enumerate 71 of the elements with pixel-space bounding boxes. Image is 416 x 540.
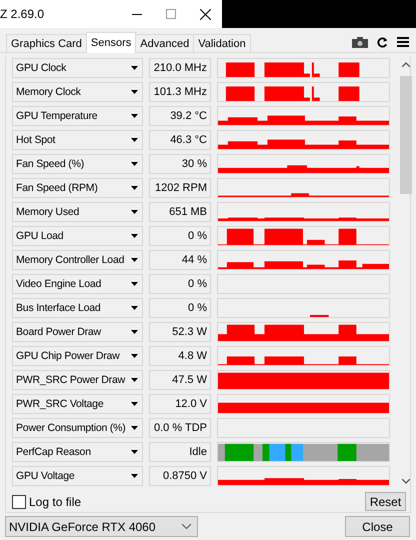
sensor-value: 0 %	[149, 226, 211, 246]
sensor-value: 47.5 W	[149, 370, 211, 390]
scroll-up-icon[interactable]	[402, 62, 410, 67]
sensor-value: Idle	[149, 442, 211, 462]
menu-icon[interactable]	[397, 37, 409, 47]
caret-icon	[131, 474, 138, 478]
sensor-value: 210.0 MHz	[149, 58, 211, 78]
sensor-dropdown[interactable]: PWR_SRC Power Draw	[12, 370, 143, 390]
caret-icon	[131, 186, 138, 190]
sensor-value: 1202 RPM	[149, 178, 211, 198]
maximize-icon	[166, 9, 176, 19]
tab[interactable]: Graphics Card	[6, 34, 87, 52]
caret-icon	[131, 114, 138, 118]
sensor-value: 46.3 °C	[149, 130, 211, 150]
caret-icon	[131, 258, 138, 262]
caret-icon	[131, 306, 138, 310]
sensor-dropdown[interactable]: GPU Voltage	[12, 466, 143, 486]
window-title: Z 2.69.0	[0, 7, 46, 21]
sensor-value: 44 %	[149, 250, 211, 270]
sensor-value: 0 %	[149, 274, 211, 294]
checkbox-label: Log to file	[29, 494, 82, 508]
camera-icon[interactable]	[352, 36, 368, 48]
scroll-down-icon[interactable]	[402, 479, 410, 484]
sensor-value: 0.0 % TDP	[149, 418, 211, 438]
sensor-dropdown[interactable]: GPU Clock	[12, 58, 143, 78]
sensor-value: 0.8750 V	[149, 466, 211, 486]
caret-icon	[131, 378, 138, 382]
gpu-dropdown[interactable]: NVIDIA GeForce RTX 4060	[5, 516, 198, 537]
caret-icon	[131, 90, 138, 94]
caret-icon	[131, 210, 138, 214]
caret-icon	[131, 282, 138, 286]
sensor-value: 0 %	[149, 298, 211, 318]
sensor-dropdown[interactable]: Board Power Draw	[12, 322, 143, 342]
sensor-dropdown[interactable]: GPU Chip Power Draw	[12, 346, 143, 366]
caret-icon	[131, 66, 138, 70]
sensor-dropdown[interactable]: Hot Spot	[12, 130, 143, 150]
caret-icon	[131, 234, 138, 238]
tab[interactable]: Validation	[193, 34, 251, 52]
sensor-dropdown[interactable]: Video Engine Load	[12, 274, 143, 294]
caret-icon	[131, 450, 138, 454]
caret-icon	[131, 138, 138, 142]
sensor-dropdown[interactable]: PWR_SRC Voltage	[12, 394, 143, 414]
chevron-icon	[182, 524, 191, 529]
sensor-dropdown[interactable]: GPU Temperature	[12, 106, 143, 126]
caret-icon	[131, 402, 138, 406]
caret-icon	[131, 330, 138, 334]
sensor-dropdown[interactable]: Memory Used	[12, 202, 143, 222]
checkbox[interactable]	[12, 494, 26, 508]
sensor-dropdown[interactable]: Memory Clock	[12, 82, 143, 102]
sensor-dropdown[interactable]: GPU Load	[12, 226, 143, 246]
sensor-dropdown[interactable]: PerfCap Reason	[12, 442, 143, 462]
sensor-dropdown[interactable]: Power Consumption (%)	[12, 418, 143, 438]
sensor-value: 101.3 MHz	[149, 82, 211, 102]
sensor-value: 39.2 °C	[149, 106, 211, 126]
sensor-value: 30 %	[149, 154, 211, 174]
tab[interactable]: Sensors	[86, 32, 136, 53]
sensor-value: 12.0 V	[149, 394, 211, 414]
sensor-value: 52.3 W	[149, 322, 211, 342]
sensor-dropdown[interactable]: Fan Speed (RPM)	[12, 178, 143, 198]
close-icon	[200, 8, 210, 20]
sensor-value: 651 MB	[149, 202, 211, 222]
caret-icon	[131, 426, 138, 430]
sensor-dropdown[interactable]: Bus Interface Load	[12, 298, 143, 318]
caret-icon	[131, 354, 138, 358]
sensor-value: 4.8 W	[149, 346, 211, 366]
sensor-dropdown[interactable]: Memory Controller Load	[12, 250, 143, 270]
sensor-dropdown[interactable]: Fan Speed (%)	[12, 154, 143, 174]
caret-icon	[131, 162, 138, 166]
reset-button[interactable]: Reset	[365, 492, 406, 511]
refresh-icon[interactable]	[377, 36, 388, 48]
close-button[interactable]: Close	[345, 516, 410, 537]
